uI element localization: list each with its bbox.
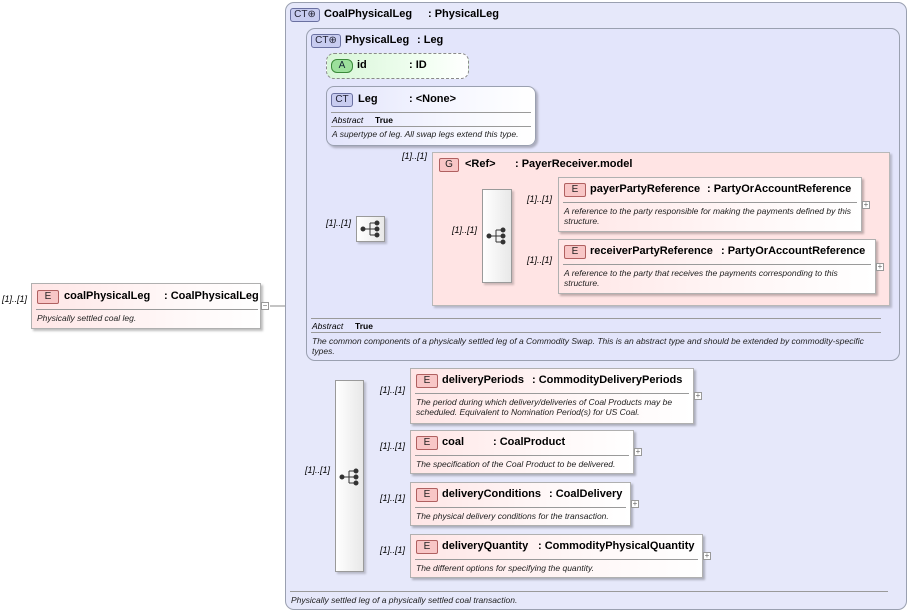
element-doc: A reference to the party responsible for… — [564, 206, 851, 226]
main-sequence-compositor[interactable] — [335, 380, 364, 572]
element-type: : CoalDelivery — [549, 488, 623, 500]
element-badge: E — [416, 436, 438, 450]
element-type: : PartyOrAccountReference — [721, 245, 866, 257]
ct-badge: CT — [331, 93, 353, 107]
leg-type-box[interactable]: CT Leg : <None> Abstract True A supertyp… — [326, 86, 536, 146]
seq-occurrence: [1]..[1] — [326, 218, 352, 228]
element-name: deliveryConditions — [442, 488, 542, 500]
root-element-doc: Physically settled coal leg. — [37, 313, 137, 323]
sequence-icon — [486, 227, 506, 245]
leg-type-base: : <None> — [409, 93, 457, 105]
outer-type-base: : PhysicalLeg — [428, 8, 499, 20]
leg-abstract-label: Abstract — [332, 115, 364, 125]
inner-seq-occurrence: [1]..[1] — [452, 225, 478, 235]
ct-badge-icon: CT⊕ — [290, 8, 320, 22]
leg-type-name: Leg — [358, 93, 378, 105]
expand-icon[interactable]: + — [694, 392, 702, 400]
outer-type-doc: Physically settled leg of a physically s… — [291, 595, 518, 605]
root-element-name: coalPhysicalLeg — [64, 290, 151, 302]
collapse-icon[interactable]: − — [261, 302, 269, 310]
element-occurrence: [1]..[1] — [527, 194, 553, 204]
group-sequence-compositor[interactable] — [482, 189, 512, 283]
group-occurrence: [1]..[1] — [402, 151, 428, 161]
attribute-name: id — [357, 59, 367, 71]
element-name: deliveryPeriods — [442, 374, 524, 386]
element-doc: A reference to the party that receives t… — [564, 268, 838, 288]
element-doc: The physical delivery conditions for the… — [416, 511, 609, 521]
element-badge: E — [416, 488, 438, 502]
element-occurrence: [1]..[1] — [380, 545, 406, 555]
inner-type-doc: The common components of a physically se… — [312, 336, 864, 356]
group-ref-name: <Ref> — [465, 158, 496, 170]
element-type: : CommodityDeliveryPeriods — [532, 374, 683, 386]
element-occurrence: [1]..[1] — [527, 255, 553, 265]
expand-icon[interactable]: + — [703, 552, 711, 560]
root-element-box[interactable]: E coalPhysicalLeg : CoalPhysicalLeg Phys… — [31, 283, 261, 329]
ct-badge-icon: CT⊕ — [311, 34, 341, 48]
element-badge: E — [416, 374, 438, 388]
expand-icon[interactable]: + — [876, 263, 884, 271]
attribute-id-box[interactable]: A id : ID — [326, 53, 469, 79]
delivery-conditions-element[interactable]: E deliveryConditions : CoalDelivery The … — [410, 482, 631, 526]
attribute-badge: A — [331, 59, 353, 73]
payer-party-reference-element[interactable]: E payerPartyReference : PartyOrAccountRe… — [558, 177, 862, 232]
root-occurrence: [1]..[1] — [2, 294, 28, 304]
root-element-type: : CoalPhysicalLeg — [164, 290, 259, 302]
sequence-icon — [360, 220, 380, 238]
element-name: payerPartyReference — [590, 183, 701, 195]
inner-type-base: : Leg — [417, 34, 444, 46]
element-doc: The different options for specifying the… — [416, 563, 594, 573]
inner-abstract-value: True — [355, 321, 373, 331]
sequence-icon — [339, 468, 359, 486]
outer-type-name: CoalPhysicalLeg — [324, 8, 413, 20]
sequence-compositor[interactable] — [356, 216, 385, 242]
leg-type-doc: A supertype of leg. All swap legs extend… — [332, 129, 519, 139]
expand-icon[interactable]: + — [631, 500, 639, 508]
leg-abstract-value: True — [375, 115, 393, 125]
delivery-quantity-element[interactable]: E deliveryQuantity : CommodityPhysicalQu… — [410, 534, 703, 578]
element-doc: The specification of the Coal Product to… — [416, 459, 616, 469]
element-badge: E — [416, 540, 438, 554]
element-type: : CoalProduct — [493, 436, 566, 448]
element-name: deliveryQuantity — [442, 540, 529, 552]
inner-abstract-label: Abstract — [312, 321, 344, 331]
element-occurrence: [1]..[1] — [380, 441, 406, 451]
element-type: : PartyOrAccountReference — [707, 183, 852, 195]
inner-type-name: PhysicalLeg — [345, 34, 410, 46]
element-name: coal — [442, 436, 465, 448]
element-occurrence: [1]..[1] — [380, 493, 406, 503]
element-badge: E — [564, 245, 586, 259]
receiver-party-reference-element[interactable]: E receiverPartyReference : PartyOrAccoun… — [558, 239, 876, 294]
element-badge: E — [564, 183, 586, 197]
expand-icon[interactable]: + — [634, 448, 642, 456]
delivery-periods-element[interactable]: E deliveryPeriods : CommodityDeliveryPer… — [410, 368, 694, 424]
group-ref-type: : PayerReceiver.model — [515, 158, 633, 170]
element-badge: E — [37, 290, 59, 304]
element-type: : CommodityPhysicalQuantity — [538, 540, 695, 552]
attribute-type: : ID — [409, 59, 427, 71]
expand-icon[interactable]: + — [862, 201, 870, 209]
element-name: receiverPartyReference — [590, 245, 713, 257]
element-occurrence: [1]..[1] — [380, 385, 406, 395]
element-doc: The period during which delivery/deliver… — [416, 397, 673, 417]
group-badge: G — [439, 158, 459, 172]
coal-element[interactable]: E coal : CoalProduct The specification o… — [410, 430, 634, 474]
main-seq-occurrence: [1]..[1] — [305, 465, 331, 475]
